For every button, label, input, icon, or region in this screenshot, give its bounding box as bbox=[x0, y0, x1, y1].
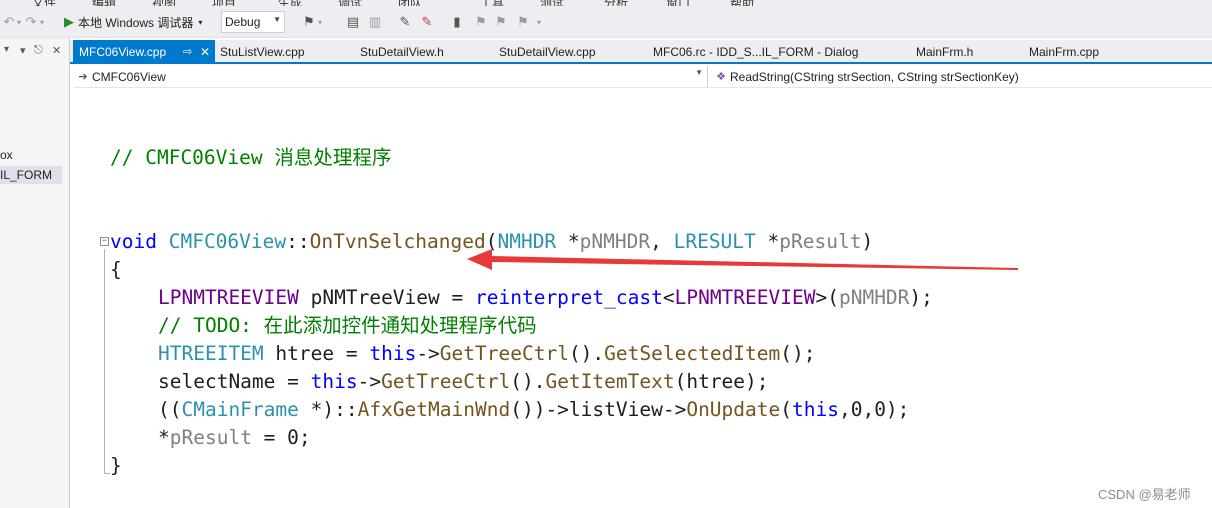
configuration-select[interactable]: Debug ▼ bbox=[221, 11, 285, 33]
panel-header: ▾ ▾ ⎋ ✕ bbox=[0, 44, 70, 62]
run-label: 本地 Windows 调试器 bbox=[78, 15, 194, 30]
chevron-down-icon[interactable]: ▾ bbox=[37, 6, 47, 38]
dropdown-icon[interactable]: ▾ bbox=[20, 44, 26, 57]
bookmark-prev-icon[interactable]: ⚑ bbox=[472, 6, 490, 38]
bookmark-clear-icon[interactable]: ⚑ bbox=[514, 6, 532, 38]
chevron-down-icon: ▼ bbox=[695, 68, 703, 77]
code-line-close-brace[interactable]: } bbox=[110, 452, 122, 480]
document-tabs: MFC06View.cpp ⇨ ✕ StuListView.cpp StuDet… bbox=[70, 40, 1212, 64]
code-line-open-brace[interactable]: { bbox=[110, 256, 122, 284]
tab-label: StuDetailView.h bbox=[360, 45, 444, 59]
code-line-2[interactable]: HTREEITEM htree = this->GetTreeCtrl().Ge… bbox=[158, 340, 816, 368]
toolbar: ↶ ▾ ↷ ▾ ▶ 本地 Windows 调试器 ▾ Debug ▼ ⚑ ▾ ▤… bbox=[0, 6, 1212, 38]
code-comment: // CMFC06View 消息处理程序 bbox=[110, 146, 392, 169]
tab-mainfrm-cpp[interactable]: MainFrm.cpp bbox=[1029, 40, 1099, 64]
code-line-todo[interactable]: // TODO: 在此添加控件通知处理程序代码 bbox=[158, 312, 537, 340]
bookmark-next-icon[interactable]: ⚑ bbox=[492, 6, 510, 38]
uncomment-icon[interactable]: ✎ bbox=[418, 6, 436, 38]
run-icon: ▶ bbox=[64, 14, 74, 29]
tab-studetailview-h[interactable]: StuDetailView.h bbox=[360, 40, 444, 64]
tab-stulistview-cpp[interactable]: StuListView.cpp bbox=[220, 40, 305, 64]
pin-icon[interactable]: ⎋ bbox=[34, 44, 43, 57]
code-line-signature[interactable]: void CMFC06View::OnTvnSelchanged(NMHDR *… bbox=[110, 228, 873, 256]
start-debugging-button[interactable]: ▶ 本地 Windows 调试器 ▾ bbox=[64, 6, 202, 38]
solution-explorer-panel: ▾ ▾ ⎋ ✕ ox IL_FORM bbox=[0, 38, 70, 508]
class-scope-select[interactable]: ➔ CMFC06View ▼ bbox=[74, 66, 708, 87]
navigation-bar: ➔ CMFC06View ▼ ❖ ReadString(CString strS… bbox=[74, 66, 1212, 88]
member-value: ReadString(CString strSection, CString s… bbox=[730, 69, 1019, 84]
tab-mainfrm-h[interactable]: MainFrm.h bbox=[916, 40, 973, 64]
chevron-down-icon[interactable]: ▾ bbox=[4, 44, 9, 55]
tab-mfc06-rc-dialog[interactable]: MFC06.rc - IDD_S...IL_FORM - Dialog bbox=[653, 40, 858, 64]
list-item[interactable]: ox bbox=[0, 146, 62, 164]
editor-gutter bbox=[70, 88, 90, 508]
tab-label: MFC06View.cpp bbox=[79, 45, 167, 59]
arrow-right-icon: ➔ bbox=[78, 71, 88, 83]
method-icon: ❖ bbox=[716, 71, 726, 83]
chevron-down-icon[interactable]: ▾ bbox=[534, 6, 544, 38]
chevron-down-icon: ▾ bbox=[198, 17, 203, 27]
align-icon[interactable]: ▤ bbox=[344, 6, 362, 38]
configuration-value: Debug bbox=[225, 15, 261, 29]
tab-label: StuDetailView.cpp bbox=[499, 45, 596, 59]
code-line-5[interactable]: *pResult = 0; bbox=[158, 424, 311, 452]
code-comment: // TODO: 在此添加控件通知处理程序代码 bbox=[158, 314, 537, 337]
fold-guide bbox=[104, 249, 105, 474]
bookmark-icon[interactable]: ▮ bbox=[448, 6, 466, 38]
tab-label: MainFrm.h bbox=[916, 45, 974, 59]
tab-studetailview-cpp[interactable]: StuDetailView.cpp bbox=[499, 40, 596, 64]
code-line-3[interactable]: selectName = this->GetTreeCtrl().GetItem… bbox=[158, 368, 769, 396]
tab-label: StuListView.cpp bbox=[220, 45, 305, 59]
indent-icon[interactable]: ▥ bbox=[366, 6, 384, 38]
comment-icon[interactable]: ✎ bbox=[396, 6, 414, 38]
member-select[interactable]: ❖ ReadString(CString strSection, CString… bbox=[712, 66, 1019, 87]
tab-label: MFC06.rc - IDD_S...IL_FORM - Dialog bbox=[653, 45, 859, 59]
chevron-down-icon[interactable]: ▾ bbox=[315, 6, 325, 38]
collapse-icon[interactable]: − bbox=[100, 237, 109, 246]
class-scope-value: CMFC06View bbox=[92, 69, 166, 84]
chevron-down-icon: ▼ bbox=[273, 15, 281, 24]
close-icon[interactable]: ✕ bbox=[200, 40, 210, 64]
tab-mfc06view-cpp[interactable]: MFC06View.cpp ⇨ ✕ bbox=[73, 40, 215, 64]
tab-label: MainFrm.cpp bbox=[1029, 45, 1100, 59]
close-icon[interactable]: ✕ bbox=[52, 44, 61, 57]
pin-icon[interactable]: ⇨ bbox=[183, 40, 192, 64]
list-item[interactable]: IL_FORM bbox=[0, 166, 62, 184]
code-line-comment-header[interactable]: // CMFC06View 消息处理程序 bbox=[110, 144, 391, 172]
code-line-4[interactable]: ((CMainFrame *)::AfxGetMainWnd())->listV… bbox=[158, 396, 909, 424]
watermark: CSDN @易老师 bbox=[1098, 487, 1191, 502]
code-line-1[interactable]: LPNMTREEVIEW pNMTreeView = reinterpret_c… bbox=[158, 284, 933, 312]
